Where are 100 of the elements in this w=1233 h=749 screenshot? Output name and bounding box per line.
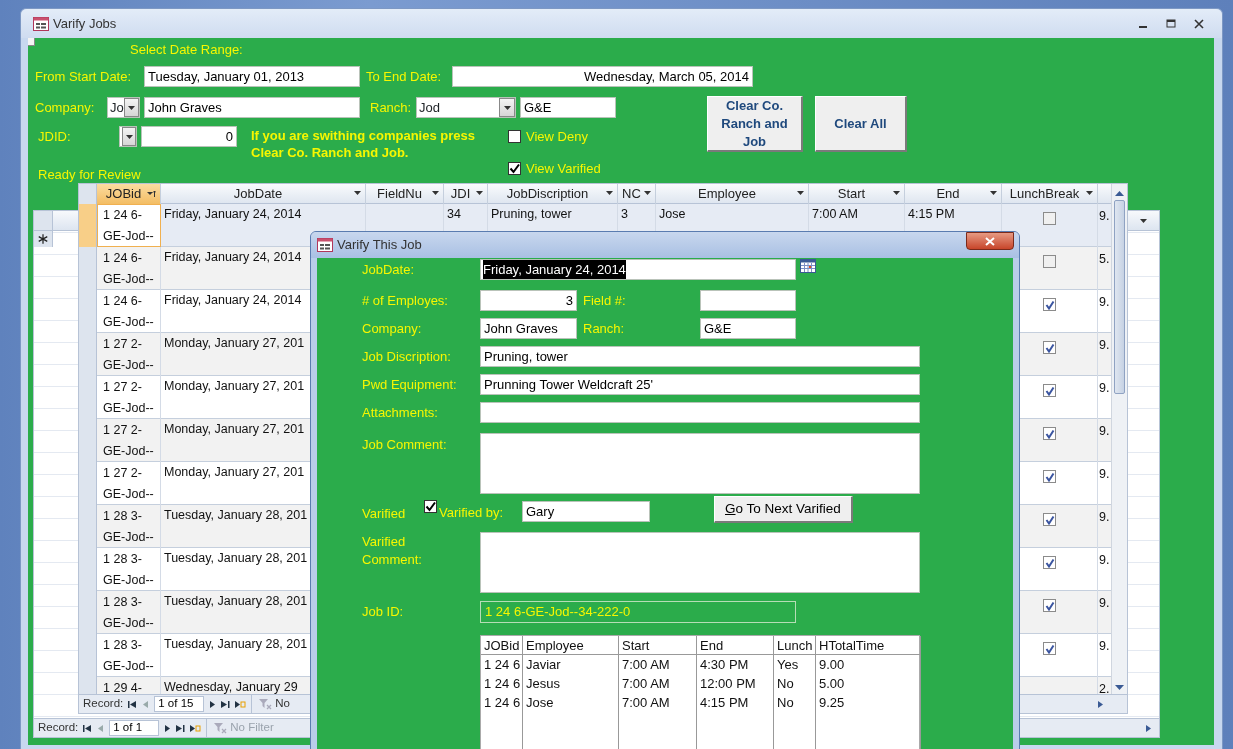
checkbox[interactable] [1043, 212, 1056, 225]
input-field[interactable]: Pruning, tower [480, 346, 920, 367]
caret-icon [476, 191, 483, 195]
last-record-icon[interactable] [176, 723, 186, 733]
checkbox[interactable] [1043, 642, 1056, 655]
checkbox[interactable] [1043, 599, 1056, 612]
scroll-right-icon[interactable] [1145, 723, 1153, 733]
checkbox[interactable] [1043, 427, 1056, 440]
column-header: End [697, 635, 774, 655]
table-cell: 1 24 6 [484, 675, 521, 691]
table-cell: 3 [621, 207, 628, 221]
field-label: From Start Date: [35, 67, 133, 86]
table-cell: 1 24 6-GE-Jod-- [103, 294, 154, 329]
input-field[interactable]: Gary [522, 501, 650, 523]
input-field[interactable]: G&E [520, 97, 616, 118]
clear-all-button[interactable]: Clear All [815, 96, 907, 152]
column-header[interactable]: FieldNu [366, 184, 444, 204]
table-cell: Monday, January 27, 201 [164, 336, 305, 350]
record-position-field[interactable]: 1 of 15 [154, 696, 205, 712]
filter-icon [213, 722, 228, 734]
table-cell: 4:15 PM [908, 207, 955, 221]
input-field[interactable] [480, 402, 920, 423]
input-field[interactable]: Prunning Tower Weldcraft 25' [480, 374, 920, 395]
calendar-icon[interactable] [800, 259, 816, 273]
table-cell: 1 24 6 [484, 656, 521, 672]
column-header[interactable]: LunchBreak [1002, 184, 1098, 204]
record-position-field[interactable]: 1 of 1 [109, 720, 160, 736]
dropdown-button[interactable] [499, 98, 515, 117]
field-label: Job ID: [362, 602, 405, 621]
first-record-icon[interactable] [128, 699, 138, 709]
input-field[interactable]: John Graves [480, 318, 577, 339]
table-cell: 7:00 AM [622, 675, 670, 691]
vertical-scrollbar[interactable] [1111, 184, 1127, 694]
new-record-icon[interactable] [235, 699, 247, 709]
checkbox[interactable] [1043, 513, 1056, 526]
input-field[interactable] [700, 290, 796, 311]
table-cell: 9.00 [819, 656, 845, 672]
next-button[interactable]: Go To Next Varified [714, 495, 853, 523]
column-header[interactable]: JOBid [97, 184, 161, 204]
table-cell: 7:00 AM [812, 207, 858, 221]
combo-box[interactable]: Jo [107, 97, 140, 118]
column-header: Employee [523, 635, 619, 655]
checkbox[interactable] [1043, 556, 1056, 569]
checkbox[interactable] [508, 161, 521, 175]
table-cell: 1 27 2-GE-Jod-- [103, 337, 154, 372]
column-header[interactable]: NC [618, 184, 656, 204]
column-header[interactable]: JobDiscription [488, 184, 618, 204]
dropdown-button[interactable] [123, 98, 139, 117]
scroll-thumb[interactable] [1114, 200, 1125, 394]
first-record-icon[interactable] [83, 723, 93, 733]
close-button[interactable] [966, 232, 1014, 250]
maximize-icon[interactable] [1166, 18, 1176, 29]
caret-icon [1086, 191, 1093, 195]
combo-box[interactable]: Jod [416, 97, 516, 118]
clear-selection-button[interactable]: Clear Co. Ranch and Job [707, 96, 803, 152]
caret-icon [1140, 218, 1147, 223]
close-icon[interactable] [1194, 18, 1204, 29]
table-cell: Yes [777, 656, 799, 672]
column-header[interactable]: Employee [656, 184, 809, 204]
table-cell: Monday, January 27, 201 [164, 422, 305, 436]
input-field[interactable]: 0 [141, 126, 237, 147]
caret-icon [354, 191, 361, 195]
input-field[interactable]: John Graves [144, 97, 360, 118]
checkbox[interactable] [424, 500, 437, 513]
checkbox[interactable] [508, 130, 521, 144]
next-record-icon[interactable] [164, 723, 172, 733]
table-cell: 9. [1099, 295, 1110, 309]
table-cell: Tuesday, January 28, 201 [164, 551, 308, 565]
column-header[interactable]: JDI [444, 184, 488, 204]
checkbox[interactable] [1043, 470, 1056, 483]
scroll-up-icon[interactable] [1115, 191, 1124, 196]
column-header[interactable]: End [905, 184, 1002, 204]
checkbox[interactable] [1043, 255, 1056, 268]
form-selector[interactable] [28, 38, 35, 46]
checkbox[interactable] [1043, 384, 1056, 397]
scroll-right-icon[interactable] [1097, 699, 1105, 709]
checkbox[interactable] [1043, 298, 1056, 311]
column-header: Lunch [774, 635, 816, 655]
table-cell: 1 28 3-GE-Jod-- [103, 552, 154, 587]
field-label: Ranch: [370, 98, 413, 117]
new-record-icon[interactable] [190, 723, 202, 733]
input-field[interactable]: G&E [700, 318, 796, 339]
last-record-icon[interactable] [221, 699, 231, 709]
column-header[interactable]: Start [809, 184, 905, 204]
table-cell: 9. [1099, 639, 1110, 653]
table-cell: 2. [1099, 682, 1110, 694]
date-field[interactable]: Friday, January 24, 2014 [480, 259, 796, 280]
caret-icon [503, 105, 511, 110]
next-record-icon[interactable] [209, 699, 217, 709]
filter-button[interactable]: No [251, 695, 290, 713]
scroll-down-icon[interactable] [1115, 685, 1124, 690]
input-field[interactable]: 3 [480, 290, 577, 311]
checkbox[interactable] [1043, 341, 1056, 354]
column-header[interactable]: JobDate [161, 184, 366, 204]
date-field[interactable]: Wednesday, March 05, 2014 [452, 66, 753, 87]
field-label: Job Discription: [362, 347, 452, 366]
close-icon [985, 236, 995, 246]
field-label: To End Date: [366, 67, 443, 86]
form-icon [33, 16, 49, 31]
date-field[interactable]: Tuesday, January 01, 2013 [144, 66, 360, 87]
